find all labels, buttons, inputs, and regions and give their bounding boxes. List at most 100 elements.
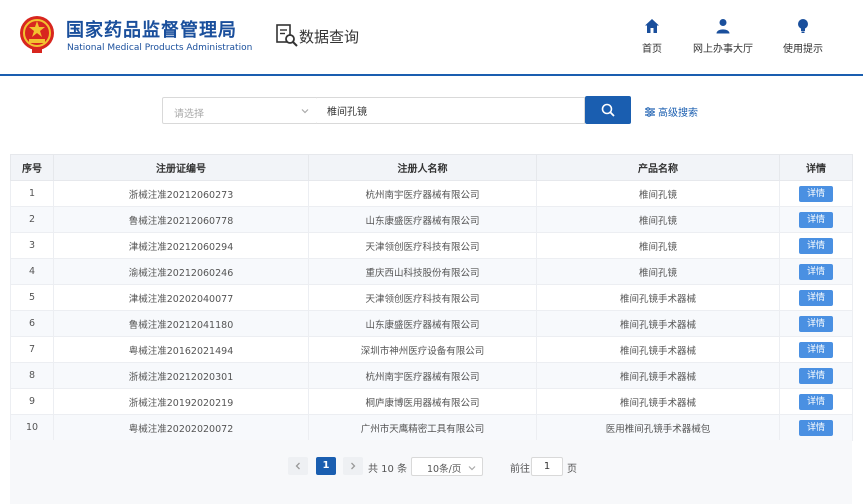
search-button[interactable]: [585, 96, 631, 124]
table-row[interactable]: 1 浙械注准20212060273 杭州南宇医疗器械有限公司 椎间孔镜 详情: [10, 180, 853, 207]
cell-reg-no: 渝械注准20212060246: [53, 258, 309, 285]
cell-detail: 详情: [779, 362, 853, 389]
col-header-reg-no: 注册证编号: [53, 154, 309, 181]
cell-product: 椎间孔镜: [536, 258, 780, 285]
category-select[interactable]: 请选择: [162, 97, 318, 124]
table-row[interactable]: 2 鲁械注准20212060778 山东康盛医疗器械有限公司 椎间孔镜 详情: [10, 206, 853, 233]
home-icon: [645, 19, 659, 33]
cell-detail: 详情: [779, 284, 853, 311]
cell-index: 8: [10, 362, 54, 389]
user-icon: [716, 19, 730, 34]
goto-label: 前往: [510, 464, 530, 475]
cell-registrant: 桐庐康博医用器械有限公司: [308, 388, 537, 415]
cell-reg-no: 浙械注准20212060273: [53, 180, 309, 207]
nav-home-label: 首页: [642, 44, 662, 55]
cell-reg-no: 鲁械注准20212060778: [53, 206, 309, 233]
cell-product: 椎间孔镜: [536, 206, 780, 233]
table-row[interactable]: 5 津械注准20202040077 天津领创医疗科技有限公司 椎间孔镜手术器械 …: [10, 284, 853, 311]
page-number-current[interactable]: 1: [316, 457, 336, 475]
cell-reg-no: 浙械注准20212020301: [53, 362, 309, 389]
cell-index: 2: [10, 206, 54, 233]
page-size-value: 10条/页: [427, 464, 462, 475]
col-header-registrant: 注册人名称: [308, 154, 537, 181]
total-count: 共 10 条: [368, 464, 408, 475]
detail-button[interactable]: 详情: [799, 367, 833, 384]
cell-detail: 详情: [779, 206, 853, 233]
col-header-detail: 详情: [779, 154, 853, 181]
prev-page-button[interactable]: [288, 457, 308, 475]
cell-product: 椎间孔镜手术器械: [536, 362, 780, 389]
cell-index: 6: [10, 310, 54, 337]
nav-usage-tips-label: 使用提示: [783, 44, 823, 55]
chevron-left-icon: [295, 462, 300, 470]
page-suffix-label: 页: [567, 464, 577, 475]
cell-product: 椎间孔镜手术器械: [536, 336, 780, 363]
page-size-select[interactable]: 10条/页: [411, 457, 483, 476]
detail-button[interactable]: 详情: [799, 185, 833, 202]
cell-product: 椎间孔镜: [536, 232, 780, 259]
document-search-icon: [276, 24, 298, 47]
results-table: 序号 注册证编号 注册人名称 产品名称 详情 1 浙械注准20212060273…: [10, 154, 853, 441]
cell-reg-no: 浙械注准20192020219: [53, 388, 309, 415]
cell-detail: 详情: [779, 336, 853, 363]
table-row[interactable]: 6 鲁械注准20212041180 山东康盛医疗器械有限公司 椎间孔镜手术器械 …: [10, 310, 853, 337]
detail-button[interactable]: 详情: [799, 419, 833, 436]
cell-index: 1: [10, 180, 54, 207]
cell-reg-no: 鲁械注准20212041180: [53, 310, 309, 337]
table-row[interactable]: 9 浙械注准20192020219 桐庐康博医用器械有限公司 椎间孔镜手术器械 …: [10, 388, 853, 415]
table-row[interactable]: 8 浙械注准20212020301 杭州南宇医疗器械有限公司 椎间孔镜手术器械 …: [10, 362, 853, 389]
nav-online-hall-label: 网上办事大厅: [693, 44, 753, 55]
cell-product: 医用椎间孔镜手术器械包: [536, 414, 780, 441]
chevron-right-icon: [351, 462, 356, 470]
org-name-cn[interactable]: 国家药品监督管理局: [66, 16, 237, 42]
table-header-row: 序号 注册证编号 注册人名称 产品名称 详情: [10, 154, 853, 181]
cell-detail: 详情: [779, 232, 853, 259]
category-select-placeholder: 请选择: [174, 109, 204, 120]
nav-home[interactable]: 首页: [637, 18, 667, 55]
detail-button[interactable]: 详情: [799, 289, 833, 306]
table-row[interactable]: 7 粤械注准20162021494 深圳市神州医疗设备有限公司 椎间孔镜手术器械…: [10, 336, 853, 363]
cell-detail: 详情: [779, 258, 853, 285]
chevron-down-icon: [468, 466, 476, 471]
cell-registrant: 天津领创医疗科技有限公司: [308, 284, 537, 311]
cell-registrant: 杭州南宇医疗器械有限公司: [308, 362, 537, 389]
cell-reg-no: 粤械注准20202020072: [53, 414, 309, 441]
detail-button[interactable]: 详情: [799, 393, 833, 410]
chevron-down-icon: [301, 109, 309, 114]
cell-reg-no: 津械注准20212060294: [53, 232, 309, 259]
cell-detail: 详情: [779, 310, 853, 337]
detail-button[interactable]: 详情: [799, 237, 833, 254]
advanced-search-link[interactable]: 高级搜索: [645, 104, 698, 119]
col-header-index: 序号: [10, 154, 54, 181]
advanced-search-label: 高级搜索: [658, 108, 698, 119]
cell-registrant: 天津领创医疗科技有限公司: [308, 232, 537, 259]
detail-button[interactable]: 详情: [799, 315, 833, 332]
org-name-en[interactable]: National Medical Products Administration: [67, 43, 252, 53]
site-header: 国家药品监督管理局 National Medical Products Admi…: [0, 0, 863, 76]
detail-button[interactable]: 详情: [799, 211, 833, 228]
cell-index: 9: [10, 388, 54, 415]
page-jump-input[interactable]: [531, 457, 563, 476]
table-row[interactable]: 4 渝械注准20212060246 重庆西山科技股份有限公司 椎间孔镜 详情: [10, 258, 853, 285]
cell-index: 4: [10, 258, 54, 285]
col-header-product: 产品名称: [536, 154, 780, 181]
search-input[interactable]: [317, 97, 585, 124]
cell-detail: 详情: [779, 388, 853, 415]
national-emblem-icon[interactable]: [18, 14, 56, 54]
cell-registrant: 杭州南宇医疗器械有限公司: [308, 180, 537, 207]
table-row[interactable]: 10 粤械注准20202020072 广州市天鹰精密工具有限公司 医用椎间孔镜手…: [10, 414, 853, 441]
detail-button[interactable]: 详情: [799, 263, 833, 280]
cell-registrant: 山东康盛医疗器械有限公司: [308, 206, 537, 233]
search-icon: [601, 103, 615, 117]
cell-registrant: 深圳市神州医疗设备有限公司: [308, 336, 537, 363]
cell-detail: 详情: [779, 180, 853, 207]
next-page-button[interactable]: [343, 457, 363, 475]
cell-product: 椎间孔镜手术器械: [536, 310, 780, 337]
cell-reg-no: 粤械注准20162021494: [53, 336, 309, 363]
table-row[interactable]: 3 津械注准20212060294 天津领创医疗科技有限公司 椎间孔镜 详情: [10, 232, 853, 259]
cell-registrant: 广州市天鹰精密工具有限公司: [308, 414, 537, 441]
nav-online-hall[interactable]: 网上办事大厅: [688, 18, 758, 55]
detail-button[interactable]: 详情: [799, 341, 833, 358]
cell-product: 椎间孔镜手术器械: [536, 284, 780, 311]
nav-usage-tips[interactable]: 使用提示: [778, 18, 828, 55]
